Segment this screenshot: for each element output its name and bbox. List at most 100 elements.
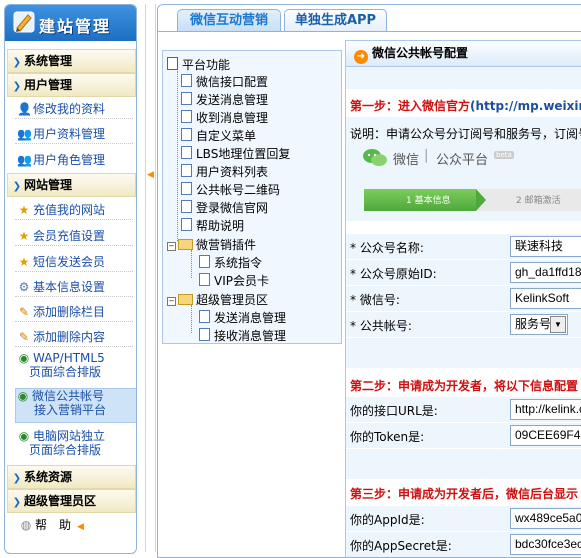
- tree-line: [177, 71, 178, 241]
- tab-wechat-marketing[interactable]: 微信互动营销: [177, 9, 281, 32]
- appsecret-input[interactable]: bdc30fce3ec: [510, 534, 581, 555]
- step3-text: 第三步：申请成为开发者后，微信后台显示: [350, 487, 579, 501]
- tree-item-lbs[interactable]: LBS地理位置回复: [181, 145, 290, 162]
- tree-item-help[interactable]: 帮助说明: [181, 217, 244, 234]
- panel-stripe: [346, 338, 581, 368]
- sidebar-item-member-recharge[interactable]: ★ 会员充值设置: [17, 227, 135, 244]
- divider: [15, 118, 133, 119]
- sidebar-item-content[interactable]: ✎ 添加删除内容: [17, 328, 135, 345]
- appid-input[interactable]: wx489ce5a0: [510, 508, 581, 529]
- collapse-box-icon[interactable]: −: [167, 242, 176, 251]
- folder-icon: [178, 239, 193, 250]
- sidebar-item-sms-members[interactable]: ★ 短信发送会员: [17, 253, 135, 270]
- globe-icon: ◉: [18, 429, 30, 443]
- document-icon: [199, 255, 210, 268]
- tree-item-recv-msg[interactable]: 收到消息管理: [181, 109, 268, 126]
- star-icon: ★: [18, 255, 30, 269]
- tree-item-vip-card[interactable]: VIP会员卡: [199, 272, 269, 289]
- sidebar-item-columns[interactable]: ✎ 添加删除栏目: [17, 303, 135, 320]
- gear-icon: ⚙: [18, 280, 30, 294]
- document-icon: [181, 128, 192, 141]
- sidebar-section-resources[interactable]: ❯ 系统资源: [7, 465, 136, 489]
- folder-icon: [178, 294, 193, 305]
- star-icon: ★: [18, 203, 30, 217]
- config-panel: ➜微信公共帐号配置 第一步：进入微信官方(http://mp.weixin.qq…: [345, 40, 581, 557]
- sidebar-section-users[interactable]: ❯ 用户管理: [7, 73, 136, 97]
- help-icon: ◍: [20, 518, 32, 532]
- star-icon: ★: [18, 229, 30, 243]
- tree-root[interactable]: 平台功能: [167, 56, 230, 73]
- tree-item-system-cmd[interactable]: 系统指令: [199, 254, 262, 271]
- sidebar-item-basic-settings[interactable]: ⚙ 基本信息设置: [17, 278, 135, 295]
- person-icon: 👤: [17, 102, 32, 116]
- chevron-down-icon: ❯: [12, 181, 22, 192]
- account-type-select[interactable]: 服务号 ▼: [510, 314, 568, 335]
- sidebar-item-pc-layout[interactable]: ◉ 电脑网站独立 页面综合排版: [17, 429, 135, 457]
- document-icon: [181, 200, 192, 213]
- dropdown-arrow-icon[interactable]: ▼: [550, 316, 566, 333]
- official-link[interactable]: (http://mp.weixin.qq.c: [470, 99, 581, 113]
- account-name-input[interactable]: 联速科技: [510, 236, 581, 257]
- document-icon: [181, 74, 192, 87]
- document-icon: [199, 273, 210, 286]
- sidebar-section-system[interactable]: ❯ 系统管理: [7, 49, 136, 73]
- progress-arrow: [476, 189, 486, 211]
- form-row-wechat-id: * 微信号: KelinkSoft: [346, 286, 581, 312]
- tree-item-qrcode[interactable]: 公共帐号二维码: [181, 181, 280, 198]
- sidebar-splitter[interactable]: ◀: [145, 4, 156, 552]
- wechat-brand: 微信 | 公众平台 beta: [362, 145, 581, 171]
- tree-item-send-msg[interactable]: 发送消息管理: [181, 91, 268, 108]
- panel-stripe: [346, 67, 581, 89]
- sidebar-help[interactable]: ◍ 帮 助 ◀: [19, 516, 136, 533]
- original-id-input[interactable]: gh_da1ffd18: [510, 262, 581, 283]
- sidebar-item-user-roles[interactable]: 👥用户角色管理: [17, 151, 135, 168]
- sidebar-item-edit-profile[interactable]: 👤修改我的资料: [17, 100, 135, 117]
- token-input[interactable]: 09CEE69F41: [510, 425, 581, 446]
- divider: [15, 245, 133, 246]
- sidebar-section-site[interactable]: ❯ 网站管理: [7, 173, 136, 197]
- tab-bar: 微信互动营销 单独生成APP: [158, 5, 581, 32]
- arrow-left-icon: ◀: [77, 522, 84, 532]
- panel-stripe: [346, 449, 581, 479]
- sidebar-section-admin[interactable]: ❯ 超级管理员区: [7, 489, 136, 513]
- sidebar-item-wechat-platform[interactable]: ◉ 微信公共帐号 接入营销平台: [15, 388, 136, 423]
- tree-item-admin-send[interactable]: 发送消息管理: [199, 309, 286, 326]
- tree-folder-plugins[interactable]: − 微营销插件: [167, 236, 256, 253]
- form-row-original-id: * 公众号原始ID: gh_da1ffd18: [346, 260, 581, 286]
- api-url-input[interactable]: http://kelink.c: [510, 399, 581, 420]
- collapse-box-icon[interactable]: −: [167, 297, 176, 306]
- tree-line: [191, 305, 192, 333]
- tree-item-user-list[interactable]: 用户资料列表: [181, 163, 268, 180]
- tree-folder-admin[interactable]: − 超级管理员区: [167, 291, 268, 308]
- pencil-icon: ✎: [18, 305, 30, 319]
- divider: [15, 346, 133, 347]
- tree-item-admin-recv[interactable]: 接收消息管理: [199, 327, 286, 344]
- users-icon: 👥: [17, 127, 32, 141]
- divider: [158, 31, 581, 32]
- document-icon: [199, 310, 210, 323]
- globe-icon: ◉: [17, 389, 29, 403]
- step1-text: 第一步：进入微信官方(http://mp.weixin.qq.c: [350, 97, 581, 114]
- form-row-appsecret: 你的AppSecret是: bdc30fce3ec: [346, 532, 581, 557]
- sidebar-item-recharge-site[interactable]: ★ 充值我的网站: [17, 201, 135, 218]
- arrow-right-icon: ➜: [354, 50, 368, 64]
- sidebar-item-user-data[interactable]: 👥用户资料管理: [17, 125, 135, 142]
- sidebar-item-wap-layout[interactable]: ◉ WAP/HTML5 页面综合排版: [17, 351, 135, 379]
- form-row-account-type: * 公共帐号: 服务号 ▼: [346, 312, 581, 338]
- wechat-icon: [363, 149, 387, 166]
- form-row-appid: 你的AppId是: wx489ce5a0: [346, 506, 581, 532]
- app-title: 建站管理: [39, 17, 112, 36]
- divider: [15, 296, 133, 297]
- chevron-down-icon: ❯: [12, 473, 22, 484]
- tree-item-custom-menu[interactable]: 自定义菜单: [181, 127, 256, 144]
- chevron-down-icon: ❯: [12, 497, 22, 508]
- document-icon: [181, 92, 192, 105]
- tab-generate-app[interactable]: 单独生成APP: [284, 9, 387, 32]
- collapse-arrow-icon[interactable]: ◀: [146, 170, 155, 180]
- globe-icon: ◉: [18, 351, 30, 365]
- tree-item-interface-config[interactable]: 微信接口配置: [181, 73, 268, 90]
- form-row-account-name: * 公众号名称: 联速科技: [346, 234, 581, 260]
- users-icon: 👥: [17, 153, 32, 167]
- wechat-id-input[interactable]: KelinkSoft: [510, 288, 581, 309]
- tree-item-login-official[interactable]: 登录微信官网: [181, 199, 268, 216]
